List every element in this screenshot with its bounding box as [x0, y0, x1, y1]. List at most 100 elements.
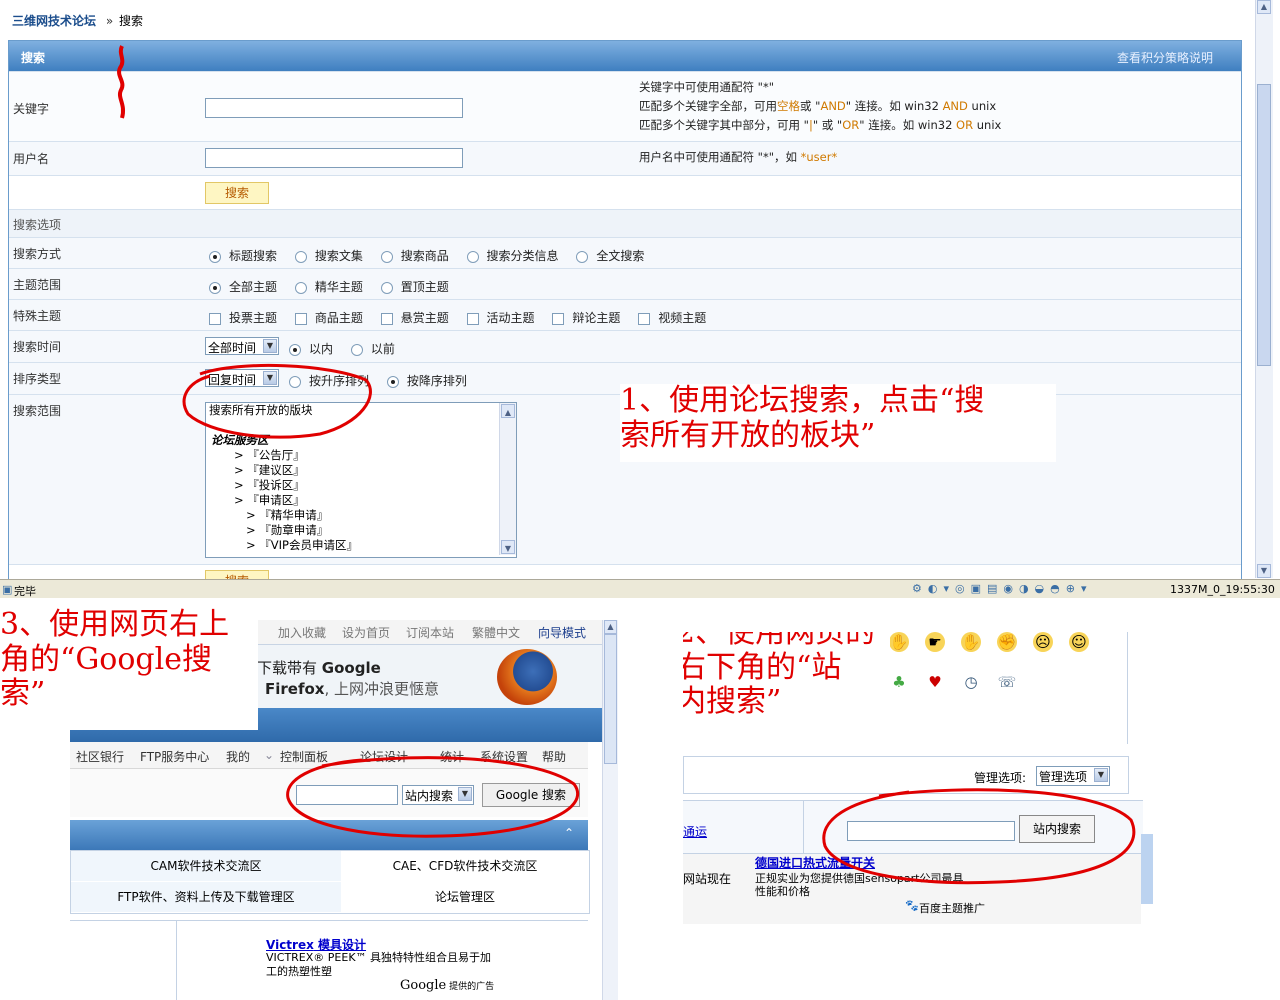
link-set-homepage[interactable]: 设为首页	[342, 624, 390, 641]
annotation-3: 3、使用网页右上 角的“Google搜 索”	[0, 607, 258, 730]
smiley-icon[interactable]: ♣	[889, 672, 909, 692]
search-mode-title[interactable]: 标题搜索	[209, 249, 277, 263]
nav-bank[interactable]: 社区银行	[76, 748, 124, 765]
topic-range-row: 主题范围 全部主题 精华主题 置顶主题	[9, 268, 1241, 300]
smiley-icon[interactable]: ☛	[925, 632, 945, 652]
link-traditional-chinese[interactable]: 繁體中文	[472, 624, 520, 641]
topic-range-all[interactable]: 全部主题	[209, 280, 277, 294]
grid-admin[interactable]: 论坛管理区	[341, 882, 589, 912]
scope-item[interactable]: > 『精华申请』	[206, 508, 516, 523]
left-link[interactable]: 通运	[683, 823, 707, 840]
sort-descending[interactable]: 按降序排列	[386, 374, 467, 388]
scope-item[interactable]: > 『公告厅』	[206, 448, 516, 463]
search-time-select[interactable]: 全部时间 ▼	[205, 337, 279, 355]
page-scrollbar[interactable]: ▲ ▼	[1255, 0, 1273, 578]
bl-scrollbar[interactable]: ▲	[602, 620, 618, 1000]
listbox-scrollbar[interactable]: ▲ ▼	[499, 403, 516, 555]
ad-footer[interactable]: 百度主题推广	[919, 900, 985, 916]
annotation-2: 2、使用网页的 右下角的“站 内搜索”	[683, 632, 890, 724]
radio-icon	[386, 375, 399, 388]
special-topic-options: 投票主题 商品主题 悬赏主题 活动主题 辩论主题 视频主题	[209, 309, 720, 326]
username-label: 用户名	[13, 152, 50, 166]
scrollbar-thumb[interactable]	[604, 634, 617, 764]
topic-range-sticky[interactable]: 置顶主题	[380, 280, 449, 294]
topic-range-digest[interactable]: 精华主题	[294, 280, 363, 294]
special-topic-poll[interactable]: 投票主题	[209, 311, 277, 325]
search-mode-articles[interactable]: 搜索文集	[294, 249, 363, 263]
grid-cae[interactable]: CAE、CFD软件技术交流区	[341, 851, 589, 881]
panel-header: 搜索 查看积分策略说明	[9, 41, 1241, 71]
red-ellipse-google	[286, 756, 580, 838]
options-header-row: 搜索选项	[9, 209, 1241, 238]
lips-icon[interactable]: ♥	[925, 672, 945, 692]
ad-footer: Google 提供的广告	[400, 978, 495, 993]
scroll-up-icon[interactable]: ▲	[1257, 0, 1271, 14]
search-mode-products[interactable]: 搜索商品	[380, 249, 449, 263]
firefox-logo-icon	[497, 649, 557, 705]
special-topic-reward[interactable]: 悬赏主题	[380, 311, 449, 325]
link-add-favorite[interactable]: 加入收藏	[278, 624, 326, 641]
credit-policy-link[interactable]: 查看积分策略说明	[1117, 49, 1213, 66]
smiley-icon[interactable]: ✊	[997, 632, 1017, 652]
options-header: 搜索选项	[13, 218, 62, 232]
search-mode-fulltext[interactable]: 全文搜索	[576, 249, 644, 263]
smiley-icon[interactable]: ☹	[1033, 632, 1053, 652]
special-topic-activity[interactable]: 活动主题	[466, 311, 535, 325]
radio-icon	[294, 281, 307, 294]
time-within[interactable]: 以内	[289, 342, 333, 356]
nav-ftp[interactable]: FTP服务中心	[140, 748, 209, 765]
checkbox-icon	[209, 312, 221, 325]
chevron-down-icon: ▼	[263, 339, 277, 353]
grid-ftp[interactable]: FTP软件、资料上传及下载管理区	[71, 882, 341, 912]
special-topic-row: 特殊主题 投票主题 商品主题 悬赏主题 活动主题 辩论主题 视频主题	[9, 299, 1241, 331]
username-input[interactable]	[205, 148, 463, 168]
smiley-icon[interactable]: ☺	[1069, 632, 1089, 652]
time-before[interactable]: 以前	[350, 342, 395, 356]
search-mode-options: 标题搜索 搜索文集 搜索商品 搜索分类信息 全文搜索	[209, 247, 658, 264]
keyword-row: 关键字 关键字中可使用通配符 "*" 匹配多个关键字全部，可用空格或 "AND"…	[9, 71, 1241, 142]
scrollbar-thumb[interactable]	[1257, 84, 1271, 366]
smiley-icon[interactable]: ✋	[961, 632, 981, 652]
scope-item[interactable]: > 『申请区』	[206, 493, 516, 508]
scroll-up-icon[interactable]: ▲	[604, 620, 617, 634]
grid-cam[interactable]: CAM软件技术交流区	[71, 851, 341, 881]
scope-item[interactable]: > 『勋章申请』	[206, 523, 516, 538]
username-row: 用户名 用户名中可使用通配符 "*"，如 *user*	[9, 141, 1241, 176]
scope-item[interactable]: > 『投诉区』	[206, 478, 516, 493]
search-button-row: 搜索	[9, 175, 1241, 210]
smiley-icon[interactable]: ✋	[889, 632, 909, 652]
clock-icon[interactable]: ◷	[961, 672, 981, 692]
search-mode-row: 搜索方式 标题搜索 搜索文集 搜索商品 搜索分类信息 全文搜索	[9, 237, 1241, 269]
browser-status-bar: ▣ 完毕 ⚙◐▾◎▣▤◉◑◒◓⊕▾ 1337M_0_19:55:30	[0, 579, 1280, 598]
search-mode-label: 搜索方式	[13, 247, 62, 261]
firefox-banner[interactable]: 下载带有 Google Firefox, 上网冲浪更惬意	[250, 644, 604, 710]
search-time-label: 搜索时间	[13, 340, 62, 354]
scope-item[interactable]: > 『VIP会员申请区』	[206, 538, 516, 553]
special-topic-video[interactable]: 视频主题	[638, 311, 706, 325]
toolbar-icons[interactable]: ⚙◐▾◎▣▤◉◑◒◓⊕▾	[912, 582, 1093, 595]
special-topic-debate[interactable]: 辩论主题	[552, 311, 620, 325]
radio-icon	[209, 281, 221, 294]
link-subscribe[interactable]: 订阅本站	[406, 624, 454, 641]
search-mode-classified[interactable]: 搜索分类信息	[466, 249, 559, 263]
scroll-up-icon[interactable]: ▲	[501, 404, 515, 418]
search-scope-label: 搜索范围	[13, 404, 62, 418]
ad-body: VICTREX® PEEK™ 具独特特性组合且易于加工的热塑性塑	[266, 951, 492, 978]
radio-icon	[380, 281, 393, 294]
special-topic-trade[interactable]: 商品主题	[294, 311, 363, 325]
scroll-down-icon[interactable]: ▼	[501, 540, 515, 554]
scope-item[interactable]: > 『建议区』	[206, 463, 516, 478]
search-panel: 搜索 查看积分策略说明 关键字 关键字中可使用通配符 "*" 匹配多个关键字全部…	[8, 40, 1242, 592]
breadcrumb: 三维网技术论坛 » 搜索	[12, 12, 143, 29]
nav-mine[interactable]: 我的	[226, 748, 250, 765]
breadcrumb-forum-link[interactable]: 三维网技术论坛	[12, 14, 96, 28]
category-grid: CAM软件技术交流区 CAE、CFD软件技术交流区 FTP软件、资料上传及下载管…	[70, 850, 590, 914]
checkbox-icon	[552, 312, 565, 325]
link-guide-mode[interactable]: 向导模式	[538, 624, 586, 641]
scroll-down-icon[interactable]: ▼	[1257, 564, 1271, 578]
keyword-input[interactable]	[205, 98, 463, 118]
keyword-help: 关键字中可使用通配符 "*" 匹配多个关键字全部，可用空格或 "AND" 连接。…	[639, 80, 1002, 132]
ad-body-2: 性能和价格	[755, 885, 810, 898]
search-button[interactable]: 搜索	[205, 182, 269, 204]
phone-icon[interactable]: ☏	[997, 672, 1017, 692]
